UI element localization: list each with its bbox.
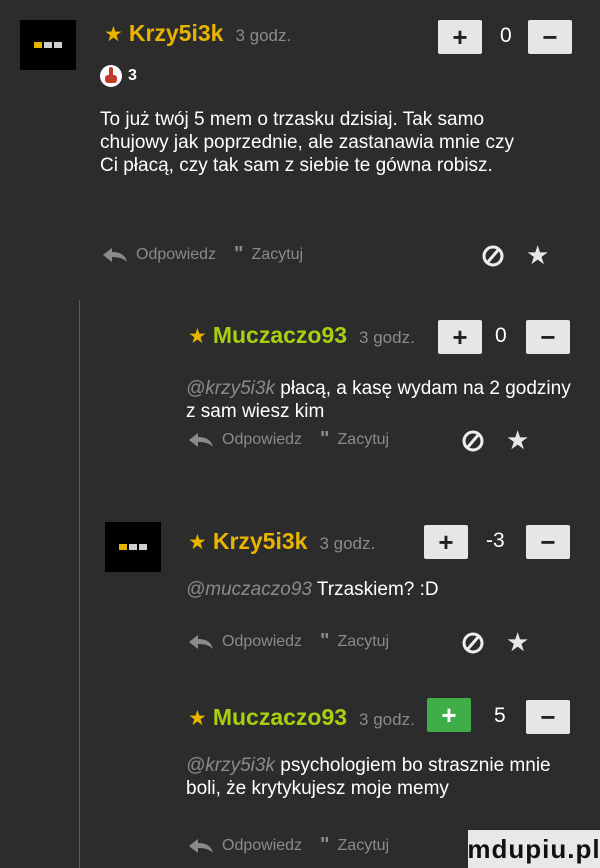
comment-actions: Odpowiedz " Zacytuj (188, 834, 389, 857)
quote-link[interactable]: Zacytuj (252, 246, 304, 264)
upvote-button-active[interactable]: + (427, 698, 471, 732)
vote-score: 5 (494, 704, 506, 727)
star-icon: ★ (188, 531, 207, 554)
downvote-button[interactable]: − (526, 700, 570, 734)
reaction-count: 3 (128, 67, 137, 84)
comment-time: 3 godz. (359, 328, 415, 347)
vote-score: -3 (486, 529, 505, 552)
downvote-button[interactable]: − (526, 525, 570, 559)
user-mention[interactable]: @krzy5i3k (186, 755, 275, 776)
thread-line (79, 300, 80, 868)
middle-finger-icon (100, 65, 122, 87)
site-watermark: mdupiu.pl (467, 830, 600, 868)
reply-link[interactable]: Odpowiedz (222, 431, 302, 449)
comment-text: Trzaskiem? :D (316, 579, 439, 600)
hide-comment-icon[interactable] (462, 630, 488, 656)
comment-text: To już twój 5 mem o trzasku dzisiaj. Tak… (100, 109, 514, 176)
favorite-star-icon[interactable]: ★ (506, 627, 529, 658)
hide-comment-icon[interactable] (462, 428, 488, 454)
upvote-button[interactable]: + (438, 320, 482, 354)
quote-icon: " (234, 243, 244, 265)
reaction-badge[interactable]: 3 (100, 64, 137, 88)
favorite-star-icon[interactable]: ★ (526, 240, 549, 271)
quote-icon: " (320, 834, 330, 856)
reply-icon[interactable] (102, 247, 128, 263)
favorite-star-icon[interactable]: ★ (506, 425, 529, 456)
user-avatar[interactable] (20, 20, 76, 70)
reply-link[interactable]: Odpowiedz (136, 246, 216, 264)
vote-score: 0 (495, 324, 507, 347)
quote-icon: " (320, 428, 330, 450)
reply-link[interactable]: Odpowiedz (222, 837, 302, 855)
vote-score: 0 (500, 24, 512, 47)
comment-header: ★ Muczaczo93 3 godz. (188, 704, 415, 731)
user-mention[interactable]: @muczaczo93 (186, 579, 312, 600)
author-name[interactable]: Muczaczo93 (213, 704, 347, 731)
comment-header: ★ Krzy5i3k 3 godz. (104, 20, 291, 47)
comment-body: @krzy5i3k psychologiem bo strasznie mnie… (186, 754, 576, 800)
quote-link[interactable]: Zacytuj (338, 837, 390, 855)
quote-link[interactable]: Zacytuj (338, 633, 390, 651)
quote-link[interactable]: Zacytuj (338, 431, 390, 449)
comment-time: 3 godz. (319, 534, 376, 553)
comment-actions: Odpowiedz " Zacytuj (188, 428, 389, 451)
reply-icon[interactable] (188, 432, 214, 448)
comment-actions: Odpowiedz " Zacytuj (102, 243, 303, 266)
hide-comment-icon[interactable] (482, 243, 508, 269)
downvote-button[interactable]: − (528, 20, 572, 54)
star-icon: ★ (188, 707, 207, 730)
comment-body: @muczaczo93 Trzaskiem? :D (186, 578, 576, 601)
reply-icon[interactable] (188, 838, 214, 854)
comment-actions: Odpowiedz " Zacytuj (188, 630, 389, 653)
reply-link[interactable]: Odpowiedz (222, 633, 302, 651)
user-avatar[interactable] (105, 522, 161, 572)
star-icon: ★ (104, 23, 123, 46)
user-mention[interactable]: @krzy5i3k (186, 378, 275, 399)
comment-time: 3 godz. (359, 710, 415, 729)
author-name[interactable]: Krzy5i3k (213, 528, 308, 555)
author-name[interactable]: Krzy5i3k (129, 20, 224, 47)
quote-icon: " (320, 630, 330, 652)
author-name[interactable]: Muczaczo93 (213, 322, 347, 349)
star-icon: ★ (188, 325, 207, 348)
comment-header: ★ Krzy5i3k 3 godz. (188, 528, 375, 555)
comment-time: 3 godz. (235, 26, 292, 45)
comment-body: @krzy5i3k płacą, a kasę wydam na 2 godzi… (186, 377, 576, 423)
comment-header: ★ Muczaczo93 3 godz. (188, 322, 415, 349)
downvote-button[interactable]: − (526, 320, 570, 354)
reply-icon[interactable] (188, 634, 214, 650)
upvote-button[interactable]: + (424, 525, 468, 559)
upvote-button[interactable]: + (438, 20, 482, 54)
